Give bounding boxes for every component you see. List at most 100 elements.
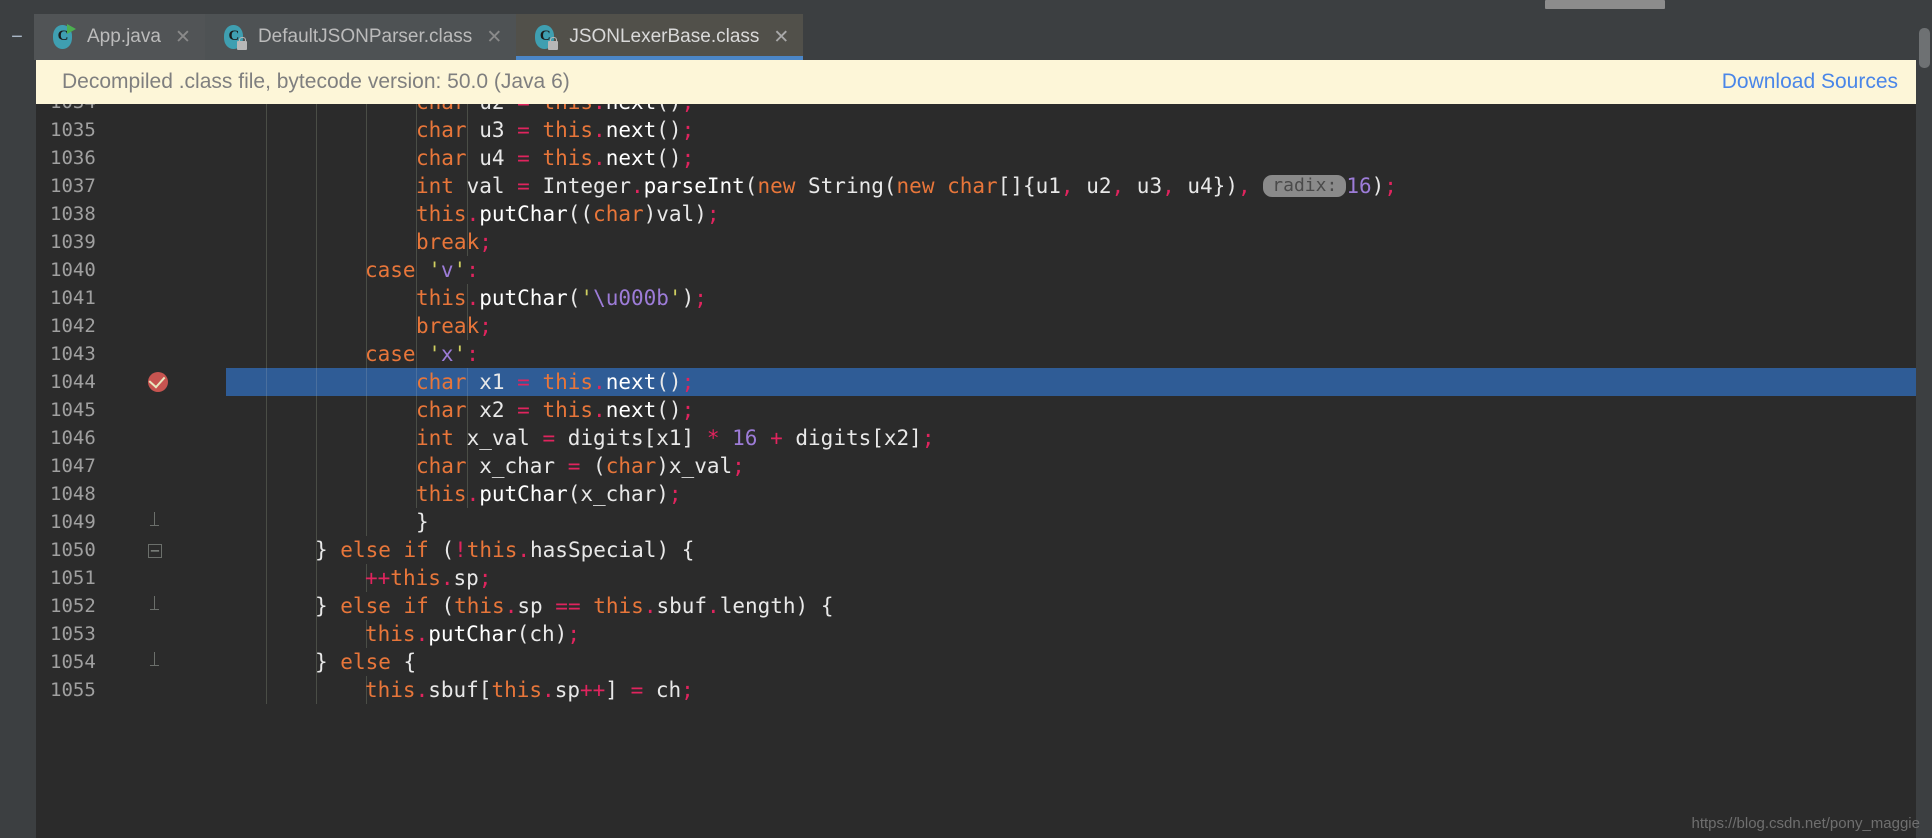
code-line-row: 1034 char u2 = this.next(); [36,104,1932,116]
watermark-text: https://blog.csdn.net/pony_maggie [1691,815,1921,832]
gutter[interactable]: 1053 [36,620,226,648]
gutter[interactable]: 1041 [36,284,226,312]
code-line-row-active: 1044 char x1 = this.next(); [36,368,1932,396]
code-text: this.putChar('\u000b'); [416,286,707,310]
code-text: char u4 = this.next(); [416,146,695,170]
close-icon[interactable]: ✕ [175,28,191,47]
collapse-icon[interactable]: − [0,14,34,60]
gutter[interactable]: 1055 [36,676,226,704]
line-number: 1052 [50,595,96,617]
line-number: 1048 [50,483,96,505]
code-text: } else if (this.sp == this.sbuf.length) … [315,594,834,618]
code-line-row: 1048 this.putChar(x_char); [36,480,1932,508]
gutter[interactable]: 1039 [36,228,226,256]
download-sources-link[interactable]: Download Sources [1722,70,1898,94]
gutter[interactable]: 1037 [36,172,226,200]
code-text: char u2 = this.next(); [226,104,694,116]
gutter[interactable]: 1052 [36,592,226,620]
code-text: this.putChar((char)val); [416,202,720,226]
line-number: 1043 [50,343,96,365]
gutter[interactable]: 1036 [36,144,226,172]
code-line-row: 1054 } else { [36,648,1932,676]
code-line-row: 1035 char u3 = this.next(); [36,116,1932,144]
gutter[interactable]: 1049 [36,508,226,536]
line-number: 1039 [50,231,96,253]
fold-collapse-icon[interactable]: − [148,540,168,560]
line-number: 1054 [50,651,96,673]
left-tool-stripe [0,60,36,838]
code-line-row: 1040 case 'v': [36,256,1932,284]
tab-label: JSONLexerBase.class [569,26,760,47]
gutter[interactable]: 1040 [36,256,226,284]
indent-guides [226,256,1932,284]
line-number: 1047 [50,455,96,477]
code-line-row: 1042 break; [36,312,1932,340]
gutter[interactable]: 1038 [36,200,226,228]
line-number: 1053 [50,623,96,645]
fold-end-icon[interactable] [148,512,168,532]
inlay-parameter-hint: radix: [1263,175,1347,197]
code-text: char x2 = this.next(); [416,398,695,422]
code-text: } [416,510,429,534]
breakpoint-icon[interactable] [148,371,168,392]
code-line-row: 1052 } else if (this.sp == this.sbuf.len… [36,592,1932,620]
gutter[interactable]: 1047 [36,452,226,480]
editor-tab-bar: − C App.java ✕ C DefaultJSONParser.class… [0,14,1932,60]
close-icon[interactable]: ✕ [486,28,502,47]
line-number: 1040 [50,259,96,281]
gutter[interactable]: 1034 [36,104,226,116]
code-line-row: 1050 − } else if (!this.hasSpecial) { [36,536,1932,564]
line-number: 1050 [50,539,96,561]
gutter[interactable]: 1048 [36,480,226,508]
code-line-row: 1053 this.putChar(ch); [36,620,1932,648]
gutter[interactable]: 1043 [36,340,226,368]
code-line-row: 1037 int val = Integer.parseInt(new Stri… [36,172,1932,200]
banner-message: Decompiled .class file, bytecode version… [62,70,570,93]
indent-guides [226,648,1932,676]
tab-app-java[interactable]: C App.java ✕ [34,14,205,60]
tab-label: DefaultJSONParser.class [257,26,473,47]
fold-end-icon[interactable] [148,652,168,672]
code-text: this.putChar(ch); [365,622,580,646]
code-text: this.putChar(x_char); [416,482,682,506]
gutter[interactable]: 1054 [36,648,226,676]
line-number: 1051 [50,567,96,589]
gutter[interactable]: 1046 [36,424,226,452]
code-text: int val = Integer.parseInt(new String(ne… [416,174,1397,198]
code-text: char x1 = this.next(); [416,370,695,394]
code-line-row: 1041 this.putChar('\u000b'); [36,284,1932,312]
fold-end-icon[interactable] [148,596,168,616]
tab-label: App.java [87,26,161,47]
code-text: break; [416,314,492,338]
code-text: int x_val = digits[x1] * 16 + digits[x2]… [416,426,935,450]
code-line-row: 1045 char x2 = this.next(); [36,396,1932,424]
code-line-row: 1049 } [36,508,1932,536]
indent-guides [226,508,1932,536]
code-line-row: 1036 char u4 = this.next(); [36,144,1932,172]
tab-defaultjsonparser-class[interactable]: C DefaultJSONParser.class ✕ [204,14,517,60]
scrollbar-thumb[interactable] [1919,28,1930,68]
vertical-scrollbar[interactable] [1916,14,1932,838]
window-top-strip [0,0,1932,14]
java-class-locked-icon: C [221,24,247,50]
line-number: 1042 [50,315,96,337]
gutter[interactable]: 1051 [36,564,226,592]
gutter[interactable]: 1044 [36,368,226,396]
line-number: 1038 [50,203,96,225]
line-number: 1041 [50,287,96,309]
indent-guides [226,340,1932,368]
tab-jsonlexerbase-class[interactable]: C JSONLexerBase.class ✕ [516,14,804,60]
line-number: 1035 [50,119,96,141]
code-line-row: 1055 this.sbuf[this.sp++] = ch; [36,676,1932,704]
hint-value: 16 [1346,174,1372,198]
gutter[interactable]: 1042 [36,312,226,340]
close-icon[interactable]: ✕ [773,28,789,47]
code-editor[interactable]: 1034 char u2 = this.next(); 1035 [36,104,1932,838]
gutter[interactable]: 1045 [36,396,226,424]
gutter[interactable]: 1050 − [36,536,226,564]
line-number: 1046 [50,427,96,449]
gutter[interactable]: 1035 [36,116,226,144]
code-text: } else { [315,650,417,674]
decompiled-notification-banner: Decompiled .class file, bytecode version… [36,60,1932,104]
line-number: 1037 [50,175,96,197]
